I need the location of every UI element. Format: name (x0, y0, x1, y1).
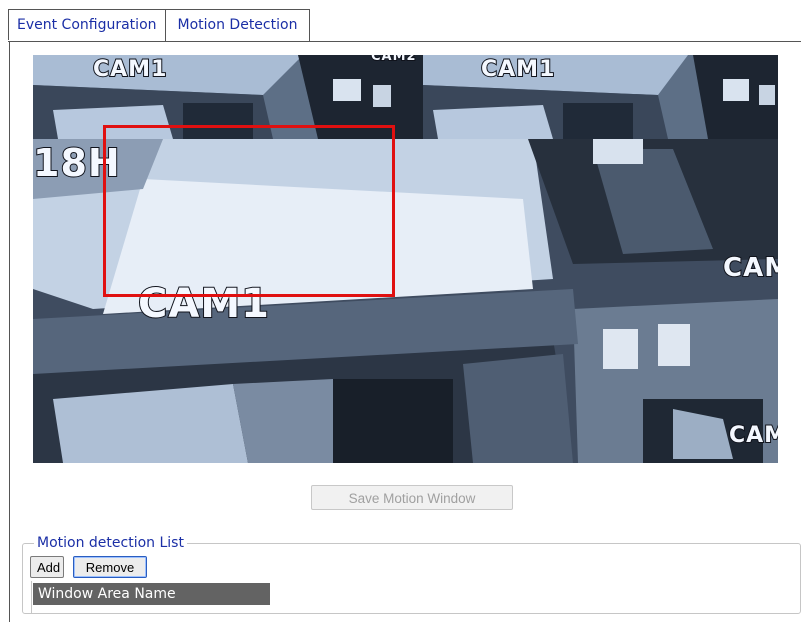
remove-button[interactable]: Remove (73, 556, 147, 578)
motion-detection-window[interactable] (103, 125, 395, 297)
camera-label-top-right: CAM1 (480, 56, 556, 83)
motion-detection-list-legend: Motion detection List (34, 535, 187, 551)
panel-left-border (9, 42, 10, 622)
camera-tile-top-right (423, 55, 778, 139)
tab-motion-detection[interactable]: Motion Detection (164, 9, 311, 42)
camera-label-top-left: CAM1 (92, 56, 168, 83)
tab-divider (8, 41, 801, 42)
camera-label-bottom-right: CAM (728, 422, 778, 449)
camera-label-right-mid: CAM (722, 252, 778, 284)
save-motion-window-button[interactable]: Save Motion Window (311, 485, 513, 510)
camera-label-top-left-small: CAM2 (370, 55, 417, 65)
tab-event-configuration[interactable]: Event Configuration (8, 9, 166, 40)
window-area-name-header: Window Area Name (33, 583, 270, 605)
add-button[interactable]: Add (30, 556, 64, 578)
tab-bar: Event Configuration Motion Detection (8, 9, 311, 42)
